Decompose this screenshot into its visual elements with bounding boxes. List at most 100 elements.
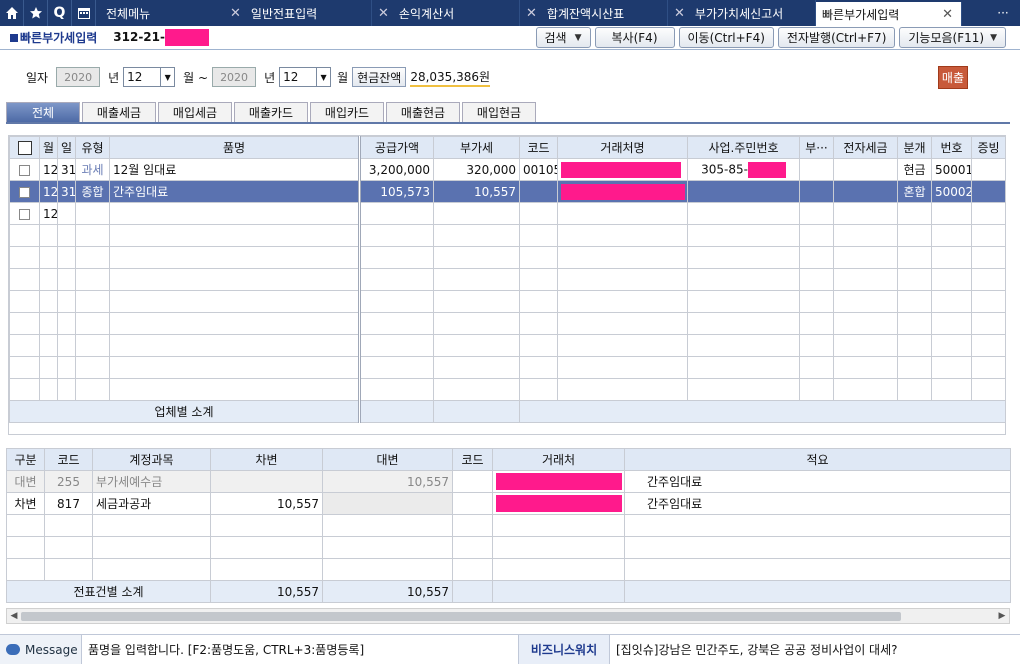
row-select-cell[interactable] (9, 158, 40, 181)
empty-row[interactable] (9, 224, 1006, 247)
tab-quick-vat-entry[interactable]: 빠른부가세입력 ✕ (816, 2, 962, 26)
subtab-sales-cash[interactable]: 매출현금 (386, 102, 460, 122)
scroll-right-icon[interactable]: ▶ (995, 609, 1009, 623)
cell-proof[interactable] (971, 180, 1006, 203)
cell-partner-name[interactable] (557, 202, 688, 225)
star-icon[interactable] (24, 0, 48, 26)
cell-proof[interactable] (971, 158, 1006, 181)
biz-watch-label[interactable]: 비즈니스워치 (518, 635, 610, 664)
cell-month[interactable]: 12 (39, 202, 58, 225)
cell-e-tax[interactable] (833, 202, 898, 225)
cell-supply-amount[interactable]: 105,573 (358, 180, 434, 203)
subtab-purchase-tax[interactable]: 매입세금 (158, 102, 232, 122)
subtab-purchase-cash[interactable]: 매입현금 (462, 102, 536, 122)
empty-row[interactable] (9, 290, 1006, 313)
row-select-cell[interactable] (9, 180, 40, 203)
select-all-cell[interactable] (9, 136, 40, 159)
table-row[interactable]: 차변 817 세금과공과 10,557 간주임대료 (6, 492, 1011, 515)
cell-debit[interactable]: 10,557 (210, 492, 323, 515)
empty-row[interactable] (9, 268, 1006, 291)
copy-button[interactable]: 복사(F4) (594, 27, 675, 48)
cell-proof[interactable] (971, 202, 1006, 225)
message-tab[interactable]: Message (0, 635, 82, 664)
search-icon[interactable]: Q (48, 0, 72, 26)
empty-row[interactable] (9, 378, 1006, 401)
cell-memo[interactable]: 간주임대료 (624, 492, 1011, 515)
row-checkbox[interactable] (19, 164, 30, 176)
subtab-sales-card[interactable]: 매출카드 (234, 102, 308, 122)
table-row[interactable]: 12 31 과세 12월 임대료 3,200,000 320,000 00105… (9, 158, 1006, 181)
empty-row[interactable] (9, 246, 1006, 269)
cell-vat[interactable] (433, 202, 520, 225)
scroll-left-icon[interactable]: ◀ (7, 609, 21, 623)
cell-type[interactable] (75, 202, 110, 225)
cell-e-tax[interactable] (833, 158, 898, 181)
home-icon[interactable] (0, 0, 24, 26)
cell-supply-amount[interactable]: 3,200,000 (358, 158, 434, 181)
more-icon[interactable]: ··· (986, 0, 1020, 26)
empty-row[interactable] (9, 334, 1006, 357)
cell-etc[interactable] (799, 180, 834, 203)
empty-row[interactable] (6, 536, 1011, 559)
cell-code[interactable]: 00105 (519, 158, 558, 181)
cell-day[interactable] (57, 202, 76, 225)
cell-account-code[interactable]: 817 (44, 492, 93, 515)
search-button[interactable]: 검색 ▼ (535, 27, 591, 48)
cell-credit[interactable]: 10,557 (322, 470, 453, 493)
subtab-all[interactable]: 전체 (6, 102, 80, 122)
empty-row[interactable] (6, 514, 1011, 537)
horizontal-scrollbar[interactable]: ◀ ▶ (6, 608, 1010, 624)
tab-all-menu[interactable]: 전체메뉴 (100, 0, 224, 26)
cell-partner-name[interactable] (557, 180, 688, 203)
cell-account-code[interactable]: 255 (44, 470, 93, 493)
tab-income-statement[interactable]: ✕ 손익계산서 (372, 0, 520, 26)
empty-row[interactable] (9, 312, 1006, 335)
cell-debit[interactable] (210, 470, 323, 493)
cash-balance-button[interactable]: 현금잔액 (352, 67, 407, 87)
close-icon[interactable]: ✕ (674, 6, 685, 21)
cell-number[interactable]: 50002 (931, 180, 972, 203)
news-ticker[interactable]: [집잇슈]강남은 민간주도, 강북은 공공 정비사업이 대세? (610, 641, 898, 658)
select-all-checkbox[interactable] (17, 140, 32, 155)
cell-vat[interactable]: 10,557 (433, 180, 520, 203)
cell-journal[interactable] (897, 202, 932, 225)
cell-type[interactable]: 과세 (75, 158, 110, 181)
cell-etc[interactable] (799, 158, 834, 181)
cell-kind[interactable]: 대변 (6, 470, 45, 493)
cell-month[interactable]: 12 (39, 180, 58, 203)
cell-journal[interactable]: 현금 (897, 158, 932, 181)
cell-partner[interactable] (492, 470, 625, 493)
cell-kind[interactable]: 차변 (6, 492, 45, 515)
cell-supply-amount[interactable] (358, 202, 434, 225)
close-icon[interactable]: ✕ (526, 6, 537, 21)
close-icon[interactable]: ✕ (942, 7, 953, 22)
to-month-select[interactable]: 12 ▼ (279, 67, 332, 87)
subtab-sales-tax[interactable]: 매출세금 (82, 102, 156, 122)
cell-business-number[interactable]: 305-85- (687, 158, 800, 181)
cell-account[interactable]: 부가세예수금 (92, 470, 211, 493)
cell-vat[interactable]: 320,000 (433, 158, 520, 181)
row-select-cell[interactable] (9, 202, 40, 225)
close-icon[interactable]: ✕ (230, 6, 241, 21)
einvoice-button[interactable]: 전자발행(Ctrl+F7) (777, 27, 896, 48)
tab-trial-balance[interactable]: ✕ 합계잔액시산표 (520, 0, 668, 26)
cell-memo[interactable]: 간주임대료 (624, 470, 1011, 493)
cell-business-number[interactable] (687, 180, 800, 203)
cell-month[interactable]: 12 (39, 158, 58, 181)
cell-e-tax[interactable] (833, 180, 898, 203)
move-button[interactable]: 이동(Ctrl+F4) (678, 27, 774, 48)
table-row[interactable]: 12 (9, 202, 1006, 225)
cell-code[interactable] (519, 202, 558, 225)
cell-etc[interactable] (799, 202, 834, 225)
cell-partner-code[interactable] (452, 470, 493, 493)
cell-item[interactable]: 간주임대료 (109, 180, 360, 203)
subtab-purchase-card[interactable]: 매입카드 (310, 102, 384, 122)
cell-item[interactable] (109, 202, 360, 225)
cell-journal[interactable]: 혼합 (897, 180, 932, 203)
cell-credit[interactable] (322, 492, 453, 515)
cell-day[interactable]: 31 (57, 158, 76, 181)
cell-number[interactable] (931, 202, 972, 225)
sale-badge[interactable]: 매출 (937, 66, 968, 89)
cell-number[interactable]: 50001 (931, 158, 972, 181)
cell-type[interactable]: 종합 (75, 180, 110, 203)
